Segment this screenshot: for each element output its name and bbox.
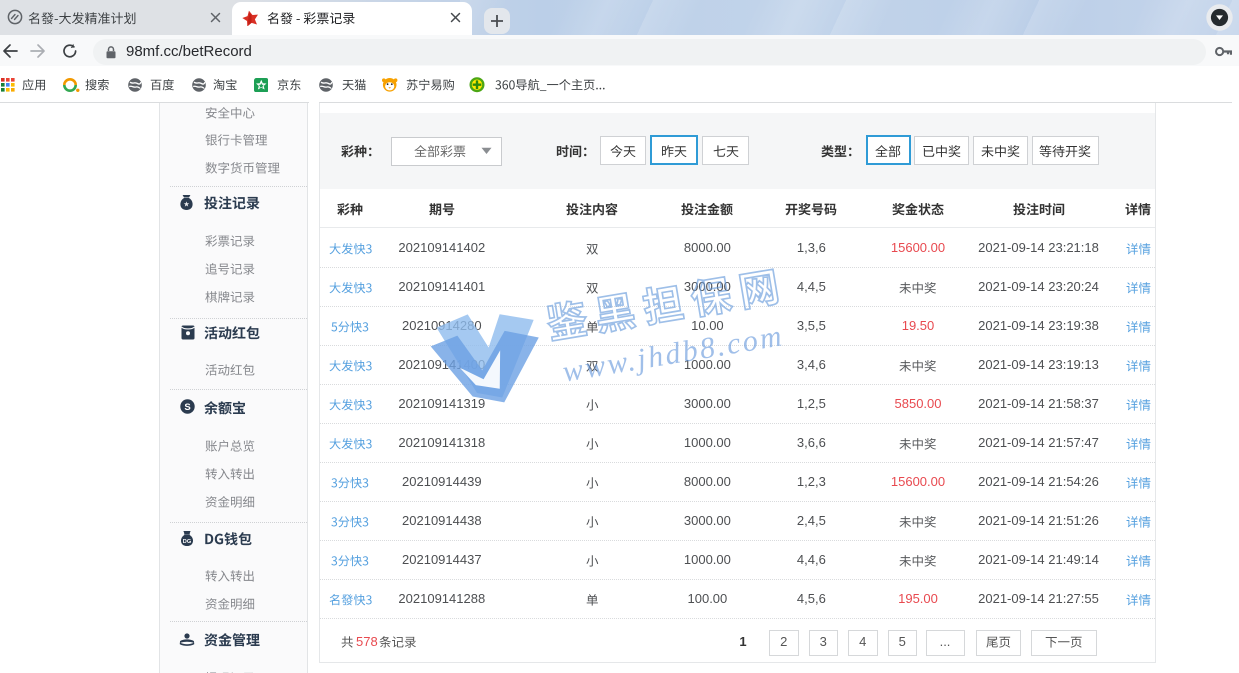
- svg-text:S: S: [184, 402, 190, 413]
- svg-text:DG: DG: [183, 539, 191, 545]
